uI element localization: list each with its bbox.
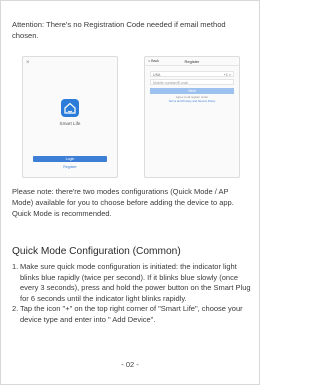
country-select[interactable]: USA +1 >	[150, 71, 234, 77]
step-number: 2.	[12, 304, 19, 313]
step-text: Tap the icon "+" on the top right corner…	[20, 304, 243, 324]
home-icon	[61, 99, 79, 117]
phone-screenshot-register: < Back Register USA +1 > Mobile number/E…	[144, 56, 240, 178]
mode-note: Please note: there're two modes configur…	[12, 187, 234, 218]
list-item: 2. Tap the icon "+" on the top right cor…	[12, 304, 252, 325]
register-link[interactable]: Register	[23, 165, 117, 169]
section-title: Quick Mode Configuration (Common)	[12, 246, 181, 257]
country-value: USA	[153, 73, 161, 77]
app-name-label: Smart Life	[59, 121, 81, 126]
step-number: 1.	[12, 262, 19, 271]
mobile-email-input[interactable]: Mobile number/E-mail	[150, 79, 234, 85]
register-title: Register	[184, 59, 200, 64]
list-item: 1. Make sure quick mode configuration is…	[12, 262, 252, 304]
page-number: - 02 -	[121, 360, 139, 369]
terms-link[interactable]: Terms and Privacy and Service Policy	[150, 99, 234, 104]
step-text: Make sure quick mode configuration is in…	[20, 262, 251, 303]
close-icon: ×	[26, 60, 30, 66]
phone-screenshot-login: × Smart Life Login Register	[22, 56, 118, 178]
register-header: < Back Register	[145, 57, 239, 66]
next-button[interactable]: Next	[150, 88, 234, 94]
attention-text: Attention: There's no Registration Code …	[12, 20, 226, 40]
agreement-text: Agree to all register under Terms and Pr…	[150, 95, 234, 104]
steps-list: 1. Make sure quick mode configuration is…	[12, 262, 252, 325]
login-button[interactable]: Login	[33, 156, 107, 162]
country-code: +1 >	[223, 73, 231, 77]
